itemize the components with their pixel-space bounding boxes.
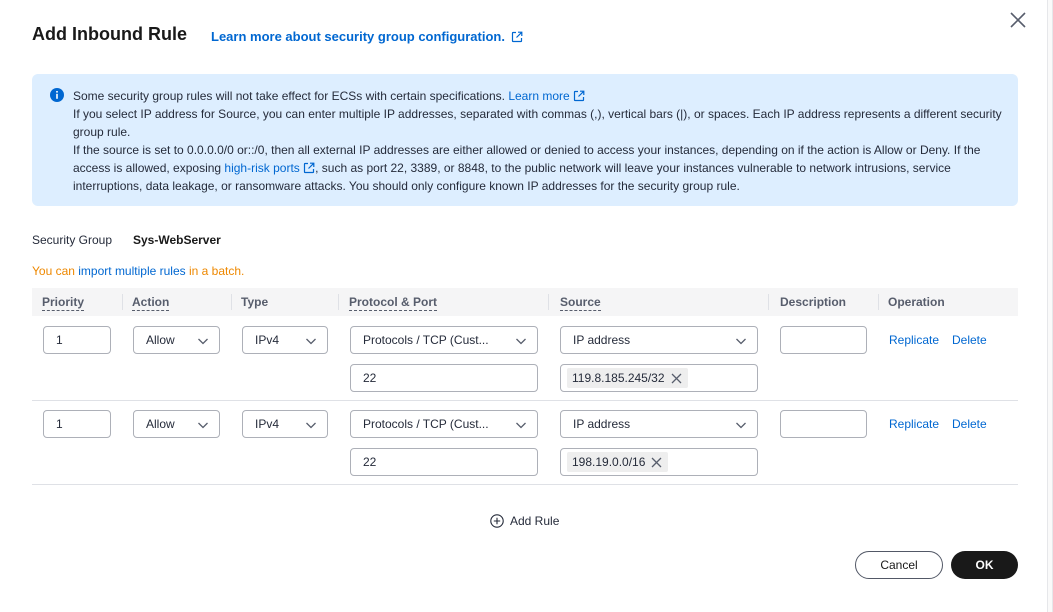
chevron-down-icon (516, 422, 526, 429)
info-icon (50, 88, 64, 102)
port-value: 22 (363, 371, 377, 385)
delete-link[interactable]: Delete (952, 333, 987, 347)
col-protocol-port: Protocol & Port (349, 295, 438, 311)
action-select[interactable]: Allow (133, 326, 220, 354)
import-hint: You can import multiple rules in a batch… (32, 264, 244, 278)
page-edge-scrollbar (1047, 0, 1053, 612)
learn-more-link[interactable]: Learn more (508, 89, 585, 103)
type-select[interactable]: IPv4 (242, 326, 328, 354)
priority-input[interactable]: 1 (43, 410, 111, 438)
source-ip-tag: 198.19.0.0/16 (567, 452, 669, 472)
info-line-1: Some security group rules will not take … (73, 89, 505, 103)
source-type-value: IP address (573, 333, 631, 347)
port-input[interactable]: 22 (350, 364, 538, 392)
col-description: Description (780, 295, 847, 309)
add-rule-button[interactable]: Add Rule (490, 514, 559, 528)
row-divider (32, 484, 1018, 485)
action-select[interactable]: Allow (133, 410, 220, 438)
col-source: Source (560, 295, 601, 311)
security-group-value: Sys-WebServer (133, 233, 221, 247)
priority-input[interactable]: 1 (43, 326, 111, 354)
x-icon[interactable] (651, 457, 662, 468)
external-link-icon (511, 31, 523, 42)
scrollbar-track[interactable] (1048, 0, 1052, 612)
learn-more-config-label: Learn more about security group configur… (211, 29, 505, 44)
source-ip-input[interactable]: 198.19.0.0/16 (560, 448, 758, 476)
delete-link[interactable]: Delete (952, 417, 987, 431)
col-separator (122, 294, 123, 310)
col-separator (231, 294, 232, 310)
source-type-value: IP address (573, 417, 631, 431)
port-input[interactable]: 22 (350, 448, 538, 476)
port-value: 22 (363, 455, 377, 469)
source-ip-value: 119.8.185.245/32 (572, 371, 665, 385)
protocol-select[interactable]: Protocols / TCP (Cust... (350, 410, 538, 438)
learn-more-config-link[interactable]: Learn more about security group configur… (211, 29, 523, 44)
col-separator (548, 294, 549, 310)
col-operation: Operation (888, 295, 945, 309)
high-risk-ports-link[interactable]: high-risk ports (224, 161, 315, 175)
chevron-down-icon (306, 422, 316, 429)
external-link-icon (573, 90, 585, 102)
add-rule-label: Add Rule (510, 514, 560, 528)
plus-circle-icon (490, 514, 504, 528)
protocol-value: Protocols / TCP (Cust... (363, 333, 489, 347)
info-line-2: If you select IP address for Source, you… (73, 107, 1002, 139)
col-separator (338, 294, 339, 310)
source-ip-value: 198.19.0.0/16 (572, 455, 646, 469)
external-link-icon (304, 162, 315, 174)
chevron-down-icon (516, 338, 526, 345)
col-type: Type (241, 295, 269, 309)
high-risk-ports-label: high-risk ports (224, 161, 300, 175)
source-type-select[interactable]: IP address (560, 326, 758, 354)
row-divider (32, 400, 1018, 401)
ok-button[interactable]: OK (951, 551, 1018, 579)
chevron-down-icon (198, 422, 208, 429)
source-ip-input[interactable]: 119.8.185.245/32 (560, 364, 758, 392)
col-separator (768, 294, 769, 310)
type-select[interactable]: IPv4 (242, 410, 328, 438)
col-priority: Priority (42, 295, 85, 311)
add-inbound-rule-dialog: Add Inbound Rule Learn more about securi… (0, 0, 1047, 612)
import-prefix: You can (32, 264, 79, 278)
source-ip-tag: 119.8.185.245/32 (567, 368, 688, 388)
info-banner: Some security group rules will not take … (32, 74, 1018, 206)
chevron-down-icon (198, 338, 208, 345)
description-input[interactable] (780, 410, 867, 438)
priority-value: 1 (56, 333, 63, 347)
replicate-link[interactable]: Replicate (889, 333, 939, 347)
protocol-value: Protocols / TCP (Cust... (363, 417, 489, 431)
learn-more-label: Learn more (508, 89, 570, 103)
cancel-button[interactable]: Cancel (855, 551, 943, 579)
close-icon (1010, 12, 1026, 28)
description-input[interactable] (780, 326, 867, 354)
chevron-down-icon (736, 338, 746, 345)
x-icon[interactable] (671, 373, 682, 384)
col-action: Action (132, 295, 170, 311)
chevron-down-icon (736, 422, 746, 429)
col-separator (878, 294, 879, 310)
replicate-link[interactable]: Replicate (889, 417, 939, 431)
rules-table-header: Priority Action Type Protocol & Port Sou… (32, 288, 1018, 316)
chevron-down-icon (306, 338, 316, 345)
protocol-select[interactable]: Protocols / TCP (Cust... (350, 326, 538, 354)
source-type-select[interactable]: IP address (560, 410, 758, 438)
dialog-title: Add Inbound Rule (32, 24, 187, 44)
info-text: Some security group rules will not take … (73, 87, 1003, 195)
close-button[interactable] (1008, 10, 1028, 30)
priority-value: 1 (56, 417, 63, 431)
security-group-label: Security Group (32, 233, 113, 247)
import-suffix: in a batch. (185, 264, 245, 278)
import-rules-link[interactable]: import multiple rules (78, 264, 185, 278)
